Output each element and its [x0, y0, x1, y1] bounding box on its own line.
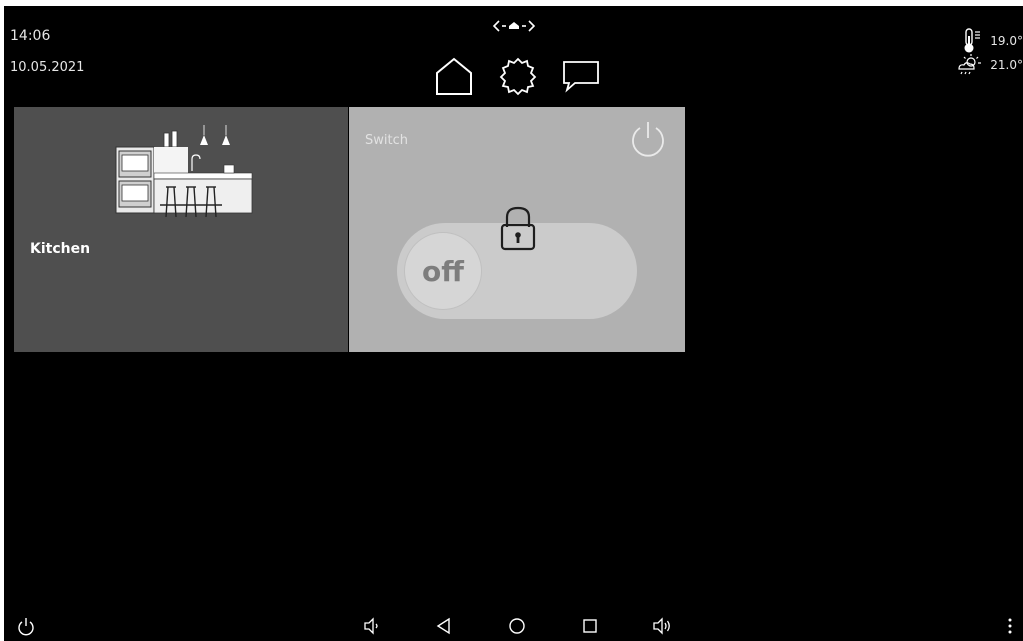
system-navigation-bar	[4, 612, 1023, 641]
volume-up-icon[interactable]	[652, 616, 672, 636]
volume-down-icon[interactable]	[362, 616, 382, 636]
room-name-kitchen: Kitchen	[30, 241, 91, 257]
lock-icon	[500, 206, 536, 251]
switch-tile: Switch off	[349, 107, 685, 352]
switch-label: Switch	[365, 133, 408, 148]
clock-time: 14:06	[10, 28, 51, 44]
connection-status-icon	[492, 20, 536, 32]
back-icon[interactable]	[434, 616, 454, 636]
more-options-icon[interactable]	[1000, 616, 1020, 636]
home-circle-icon[interactable]	[507, 616, 527, 636]
indoor-temp-value: 19.0°	[990, 34, 1023, 48]
messages-icon[interactable]	[561, 56, 601, 96]
outdoor-temperature: 21.0°	[956, 54, 1023, 76]
thermometer-icon	[964, 28, 981, 53]
kitchen-illustration-icon	[115, 125, 253, 218]
home-icon[interactable]	[434, 56, 474, 96]
switch-state: off	[422, 254, 464, 288]
power-off-icon[interactable]	[16, 616, 36, 636]
room-tile-kitchen[interactable]: Kitchen	[14, 107, 348, 352]
outdoor-temp-value: 21.0°	[990, 58, 1023, 72]
partly-cloudy-icon	[958, 54, 982, 75]
indoor-temperature: 19.0°	[962, 28, 1023, 54]
smart-home-screen: 14:06 10.05.2021 19.0° 21.0° Kitchen Swi…	[4, 6, 1023, 641]
settings-gear-icon[interactable]	[498, 56, 538, 96]
clock-date: 10.05.2021	[10, 60, 85, 75]
recent-apps-icon[interactable]	[580, 616, 600, 636]
power-icon[interactable]	[629, 119, 667, 157]
toggle-knob[interactable]: off	[405, 233, 481, 309]
